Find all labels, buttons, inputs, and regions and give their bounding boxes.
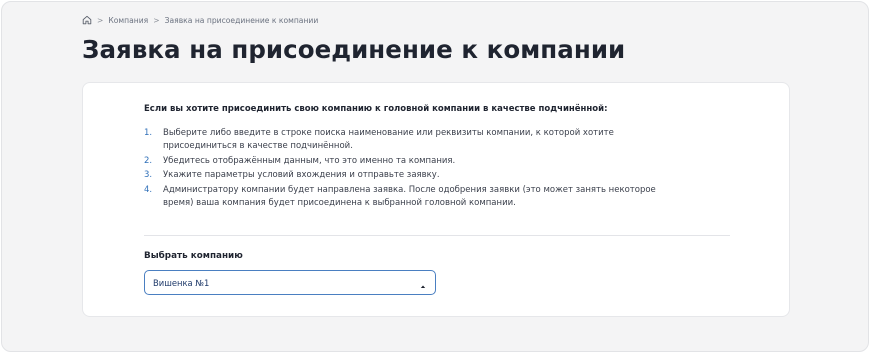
list-item: 4. Администратору компании будет направл… xyxy=(144,184,664,211)
breadcrumb: > Компания > Заявка на присоединение к к… xyxy=(82,15,318,25)
breadcrumb-item-company[interactable]: Компания xyxy=(108,16,148,25)
company-select-value: Вишенка №1 xyxy=(153,277,210,288)
step-text: Убедитесь отображённым данным, что это и… xyxy=(163,155,456,166)
step-text: Выберите либо введите в строке поиска на… xyxy=(163,128,614,152)
list-item: 2. Убедитесь отображённым данным, что эт… xyxy=(144,155,664,168)
join-request-card: Если вы хотите присоединить свою компани… xyxy=(82,82,790,317)
page-title: Заявка на присоединение к компании xyxy=(82,35,626,64)
page-frame: > Компания > Заявка на присоединение к к… xyxy=(1,1,869,352)
list-item: 1. Выберите либо введите в строке поиска… xyxy=(144,127,664,154)
company-select-label: Выбрать компанию xyxy=(144,251,243,261)
instructions-list: 1. Выберите либо введите в строке поиска… xyxy=(144,127,664,212)
step-number: 1. xyxy=(144,128,153,138)
breadcrumb-separator: > xyxy=(153,15,160,25)
divider xyxy=(144,235,730,236)
step-text: Укажите параметры условий вхождения и от… xyxy=(163,170,440,181)
step-number: 4. xyxy=(144,184,153,195)
home-icon[interactable] xyxy=(82,15,92,25)
list-item: 3. Укажите параметры условий вхождения и… xyxy=(144,169,664,182)
breadcrumb-item-current: Заявка на присоединение к компании xyxy=(164,15,319,25)
step-text: Администратору компании будет направлена… xyxy=(163,184,656,209)
chevron-up-icon[interactable] xyxy=(419,281,427,288)
step-number: 2. xyxy=(144,155,153,166)
instructions-heading: Если вы хотите присоединить свою компани… xyxy=(144,104,608,114)
breadcrumb-separator: > xyxy=(97,15,104,25)
step-number: 3. xyxy=(144,170,153,181)
company-select[interactable]: Вишенка №1 xyxy=(144,270,436,295)
